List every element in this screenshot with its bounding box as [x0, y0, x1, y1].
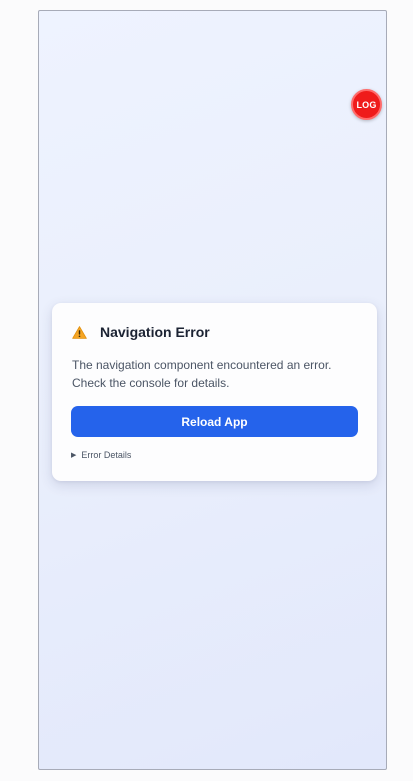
- log-button[interactable]: LOG: [351, 89, 382, 120]
- reload-app-button[interactable]: Reload App: [71, 406, 358, 437]
- error-details-label: Error Details: [81, 450, 132, 460]
- error-title: Navigation Error: [100, 324, 210, 340]
- error-message: The navigation component encountered an …: [72, 358, 332, 390]
- warning-icon: [72, 325, 87, 339]
- error-details-toggle[interactable]: ▶ Error Details: [71, 450, 131, 460]
- app-viewport: LOG Navigation Error The navigation comp…: [38, 10, 387, 770]
- error-card-header: Navigation Error: [72, 324, 210, 340]
- error-card: Navigation Error The navigation componen…: [52, 303, 377, 481]
- triangle-right-icon: ▶: [71, 452, 77, 459]
